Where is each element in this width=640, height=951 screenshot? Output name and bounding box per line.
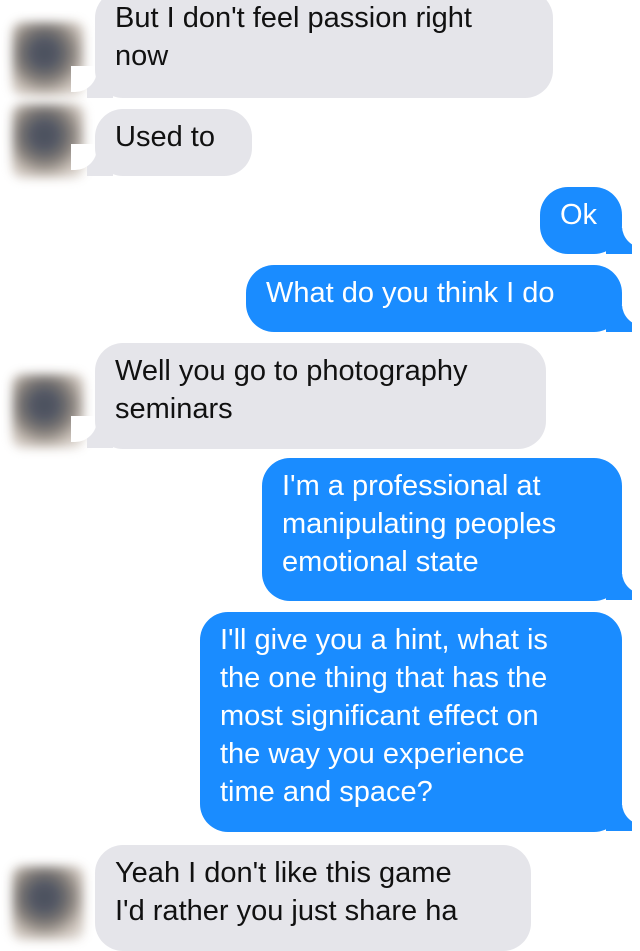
message-bubble-incoming[interactable]: Yeah I don't like this game I'd rather y…	[95, 845, 531, 951]
message-bubble-outgoing[interactable]: I'm a professional at manipulating peopl…	[262, 458, 622, 601]
message-bubble-outgoing[interactable]: Ok	[540, 187, 622, 254]
message-bubble-incoming[interactable]: But I don't feel passion right now	[95, 0, 553, 98]
message-bubble-incoming[interactable]: Used to	[95, 109, 252, 176]
message-bubble-outgoing[interactable]: What do you think I do	[246, 265, 622, 332]
message-bubble-outgoing[interactable]: I'll give you a hint, what is the one th…	[200, 612, 622, 832]
message-bubble-incoming[interactable]: Well you go to photography seminars	[95, 343, 546, 449]
contact-avatar	[12, 866, 84, 940]
